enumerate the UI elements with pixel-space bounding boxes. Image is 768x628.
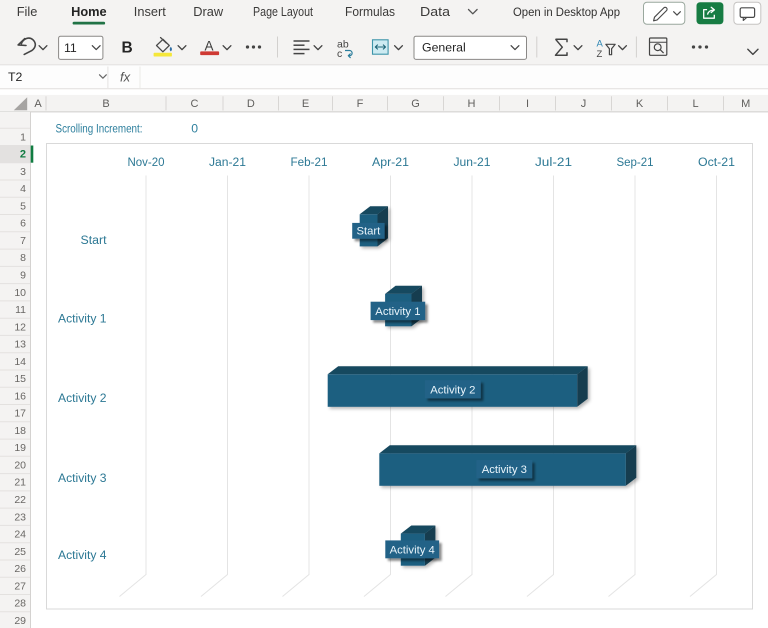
svg-text:4: 4	[20, 183, 26, 195]
svg-text:Activity 4: Activity 4	[390, 544, 435, 556]
svg-text:Home: Home	[71, 4, 107, 19]
svg-text:Open in Desktop App: Open in Desktop App	[513, 5, 620, 19]
svg-text:27: 27	[14, 580, 26, 592]
svg-text:7: 7	[20, 235, 26, 247]
svg-text:Activity 3: Activity 3	[58, 473, 107, 485]
svg-text:29: 29	[14, 615, 26, 627]
svg-text:C: C	[191, 98, 199, 110]
svg-text:17: 17	[14, 408, 26, 420]
svg-text:16: 16	[14, 390, 26, 402]
svg-text:Activity 2: Activity 2	[430, 384, 475, 396]
svg-text:File: File	[17, 4, 38, 19]
svg-text:A: A	[204, 39, 213, 54]
svg-text:Jul-21: Jul-21	[535, 157, 572, 169]
svg-text:25: 25	[14, 546, 26, 558]
svg-text:Activity 1: Activity 1	[375, 306, 420, 318]
svg-text:Scrolling Increment:: Scrolling Increment:	[56, 121, 143, 135]
svg-text:A: A	[597, 39, 604, 50]
svg-text:26: 26	[14, 563, 26, 575]
svg-text:5: 5	[20, 200, 26, 212]
svg-text:L: L	[692, 98, 698, 110]
svg-text:Start: Start	[81, 235, 108, 247]
svg-text:15: 15	[14, 373, 26, 385]
svg-text:Formulas: Formulas	[345, 4, 395, 19]
svg-text:Nov-20: Nov-20	[128, 157, 165, 169]
svg-text:21: 21	[14, 477, 26, 489]
svg-text:6: 6	[20, 218, 26, 230]
svg-text:24: 24	[14, 529, 26, 541]
svg-text:B: B	[102, 98, 109, 110]
svg-text:Data: Data	[420, 4, 451, 19]
svg-text:E: E	[302, 98, 309, 110]
svg-text:12: 12	[14, 321, 26, 333]
svg-text:2: 2	[20, 149, 26, 161]
svg-text:10: 10	[14, 287, 26, 299]
svg-text:8: 8	[20, 252, 26, 264]
svg-text:c: c	[337, 48, 342, 60]
svg-text:G: G	[411, 98, 420, 110]
svg-text:Sep-21: Sep-21	[617, 157, 654, 169]
svg-text:Activity 4: Activity 4	[58, 550, 107, 562]
svg-text:Feb-21: Feb-21	[291, 157, 328, 169]
svg-text:F: F	[357, 98, 364, 110]
svg-text:0: 0	[191, 121, 198, 135]
svg-text:Jun-21: Jun-21	[454, 157, 491, 169]
svg-text:18: 18	[14, 425, 26, 437]
svg-text:11: 11	[64, 41, 77, 55]
svg-text:11: 11	[15, 304, 26, 316]
svg-text:Oct-21: Oct-21	[698, 157, 735, 169]
svg-text:M: M	[741, 98, 750, 110]
svg-text:19: 19	[14, 442, 26, 454]
svg-text:Activity 1: Activity 1	[58, 314, 107, 326]
svg-text:A: A	[34, 98, 42, 110]
svg-text:B: B	[122, 40, 133, 57]
svg-text:I: I	[526, 98, 529, 110]
svg-text:Activity 3: Activity 3	[482, 464, 527, 476]
svg-text:Apr-21: Apr-21	[372, 157, 409, 169]
svg-text:Page Layout: Page Layout	[253, 4, 313, 19]
svg-text:K: K	[636, 98, 644, 110]
svg-text:fx: fx	[120, 70, 131, 85]
svg-text:Activity 2: Activity 2	[58, 393, 107, 405]
svg-text:T2: T2	[8, 70, 23, 84]
svg-text:Jan-21: Jan-21	[209, 157, 246, 169]
svg-text:D: D	[247, 98, 255, 110]
svg-text:1: 1	[20, 131, 26, 143]
svg-text:Z: Z	[597, 49, 603, 60]
svg-text:9: 9	[20, 270, 26, 282]
svg-text:General: General	[422, 41, 466, 55]
svg-text:23: 23	[14, 511, 26, 523]
svg-text:14: 14	[14, 356, 26, 368]
svg-text:Draw: Draw	[193, 4, 224, 19]
svg-text:Start: Start	[356, 226, 381, 238]
svg-text:J: J	[581, 98, 587, 110]
svg-text:3: 3	[20, 166, 26, 178]
svg-text:13: 13	[14, 339, 26, 351]
svg-text:20: 20	[14, 460, 26, 472]
svg-text:28: 28	[14, 598, 26, 610]
svg-text:22: 22	[14, 494, 26, 506]
svg-text:H: H	[468, 98, 476, 110]
svg-text:Insert: Insert	[134, 4, 166, 19]
